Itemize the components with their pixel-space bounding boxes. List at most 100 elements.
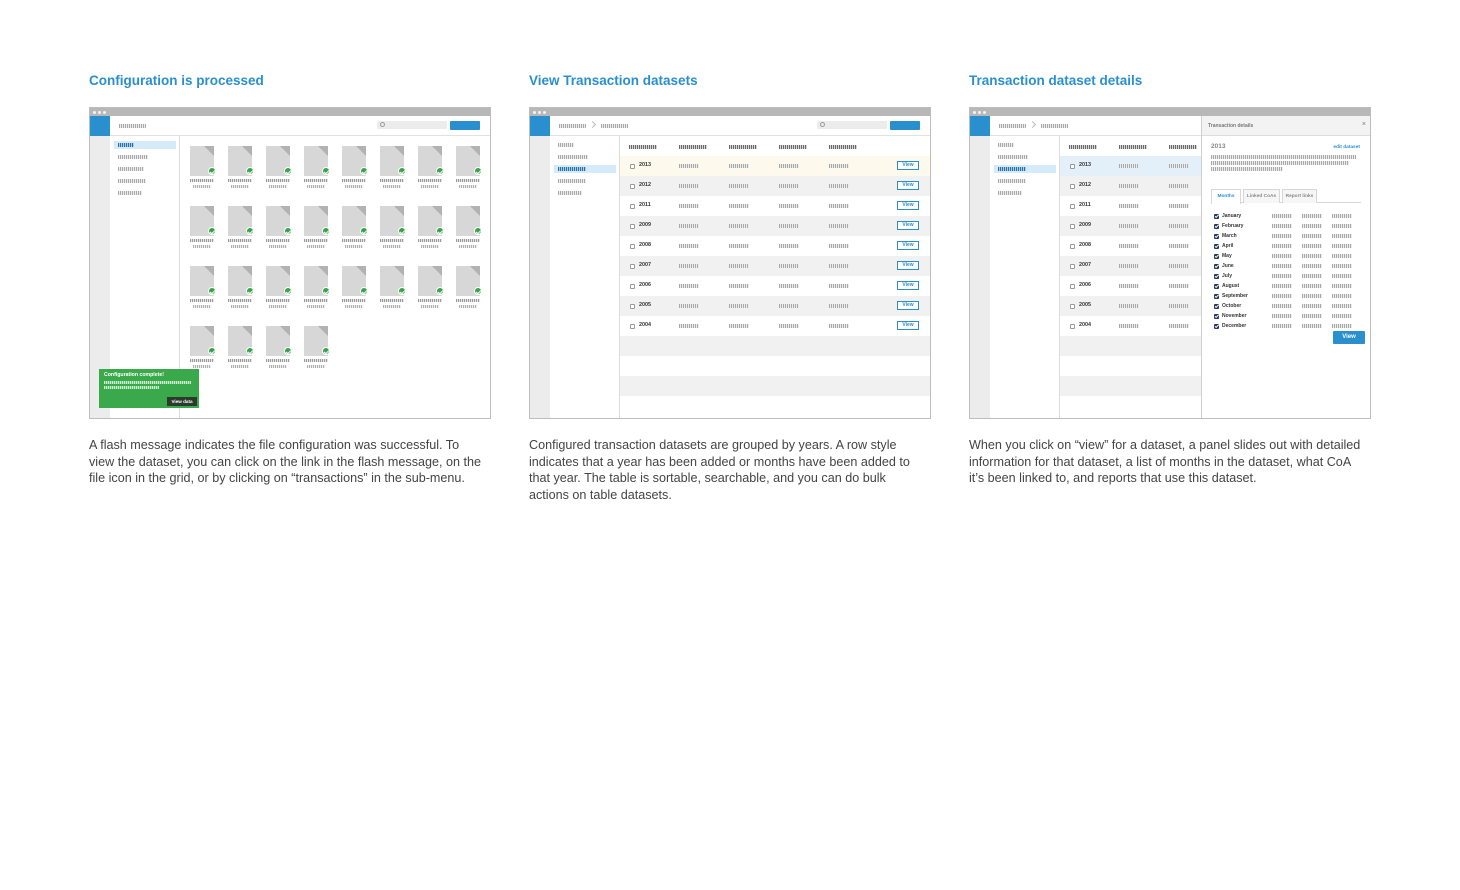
view-button[interactable]: View xyxy=(897,241,919,250)
checkbox-checked-icon[interactable] xyxy=(1214,254,1219,259)
file-item[interactable] xyxy=(190,266,216,310)
file-item[interactable] xyxy=(228,146,254,190)
checkbox-checked-icon[interactable] xyxy=(1214,294,1219,299)
tab-linked-coas[interactable]: Linked CoAs xyxy=(1243,189,1280,203)
row-checkbox[interactable] xyxy=(630,164,635,169)
row-checkbox[interactable] xyxy=(630,264,635,269)
column-header[interactable] xyxy=(629,145,657,149)
file-item[interactable] xyxy=(304,326,330,370)
row-checkbox[interactable] xyxy=(630,284,635,289)
sub-menu-item[interactable] xyxy=(998,155,1028,159)
sub-menu-item[interactable] xyxy=(118,155,148,159)
checkbox-checked-icon[interactable] xyxy=(1214,234,1219,239)
file-item[interactable] xyxy=(380,266,406,310)
file-item[interactable] xyxy=(266,206,292,250)
file-item[interactable] xyxy=(418,266,444,310)
checkbox-checked-icon[interactable] xyxy=(1214,214,1219,219)
primary-button[interactable] xyxy=(450,121,480,130)
file-item[interactable] xyxy=(266,326,292,370)
view-button[interactable]: View xyxy=(897,301,919,310)
checkbox-checked-icon[interactable] xyxy=(1214,274,1219,279)
table-row[interactable]: 2009 View xyxy=(620,216,930,236)
sub-menu-item[interactable] xyxy=(558,143,574,147)
sub-menu-item[interactable] xyxy=(558,179,586,183)
file-item[interactable] xyxy=(342,206,368,250)
row-checkbox[interactable] xyxy=(1070,184,1075,189)
file-item[interactable] xyxy=(380,146,406,190)
column-header[interactable] xyxy=(1119,145,1147,149)
file-item[interactable] xyxy=(304,146,330,190)
month-row[interactable]: June xyxy=(1214,263,1370,271)
file-item[interactable] xyxy=(228,266,254,310)
table-row[interactable]: 2013 View xyxy=(620,156,930,176)
view-button[interactable]: View xyxy=(1333,331,1365,344)
view-button[interactable]: View xyxy=(897,261,919,270)
row-checkbox[interactable] xyxy=(1070,244,1075,249)
column-header[interactable] xyxy=(679,145,707,149)
checkbox-checked-icon[interactable] xyxy=(1214,304,1219,309)
close-icon[interactable]: × xyxy=(1362,121,1366,128)
breadcrumb[interactable] xyxy=(119,124,146,128)
row-checkbox[interactable] xyxy=(1070,224,1075,229)
view-button[interactable]: View xyxy=(897,181,919,190)
file-item[interactable] xyxy=(342,266,368,310)
view-button[interactable]: View xyxy=(897,321,919,330)
sub-menu-item-transactions[interactable] xyxy=(998,167,1026,171)
table-row[interactable]: 2005 View xyxy=(620,296,930,316)
search-input[interactable] xyxy=(377,121,447,129)
search-input[interactable] xyxy=(817,121,887,129)
checkbox-checked-icon[interactable] xyxy=(1214,284,1219,289)
checkbox-checked-icon[interactable] xyxy=(1214,264,1219,269)
file-item[interactable] xyxy=(418,146,444,190)
file-item[interactable] xyxy=(456,206,482,250)
column-header[interactable] xyxy=(829,145,857,149)
sub-menu-item[interactable] xyxy=(118,167,144,171)
sub-menu-item[interactable] xyxy=(998,179,1026,183)
column-header[interactable] xyxy=(1169,145,1197,149)
sub-menu-item[interactable] xyxy=(998,191,1022,195)
view-button[interactable]: View xyxy=(897,221,919,230)
row-checkbox[interactable] xyxy=(1070,264,1075,269)
checkbox-checked-icon[interactable] xyxy=(1214,244,1219,249)
table-row[interactable]: 2011 View xyxy=(620,196,930,216)
month-row[interactable]: December xyxy=(1214,323,1370,331)
column-header[interactable] xyxy=(779,145,807,149)
breadcrumb-item[interactable] xyxy=(559,124,586,128)
checkbox-checked-icon[interactable] xyxy=(1214,324,1219,329)
file-item[interactable] xyxy=(304,266,330,310)
month-row[interactable]: January xyxy=(1214,213,1370,221)
view-button[interactable]: View xyxy=(897,201,919,210)
row-checkbox[interactable] xyxy=(630,304,635,309)
row-checkbox[interactable] xyxy=(1070,204,1075,209)
breadcrumb-item[interactable] xyxy=(999,124,1026,128)
month-row[interactable]: April xyxy=(1214,243,1370,251)
row-checkbox[interactable] xyxy=(1070,164,1075,169)
column-header[interactable] xyxy=(729,145,757,149)
row-checkbox[interactable] xyxy=(1070,324,1075,329)
breadcrumb-item[interactable] xyxy=(1041,124,1068,128)
month-row[interactable]: October xyxy=(1214,303,1370,311)
sub-menu-item-transactions[interactable] xyxy=(558,167,586,171)
table-row[interactable]: 2004 View xyxy=(620,316,930,336)
view-button[interactable]: View xyxy=(897,281,919,290)
table-row[interactable]: 2006 View xyxy=(620,276,930,296)
file-item[interactable] xyxy=(228,206,254,250)
month-row[interactable]: November xyxy=(1214,313,1370,321)
breadcrumb-item[interactable] xyxy=(601,124,628,128)
table-row[interactable]: 2008 View xyxy=(620,236,930,256)
tab-report-links[interactable]: Report links xyxy=(1282,189,1317,203)
view-button[interactable]: View xyxy=(897,161,919,170)
month-row[interactable]: August xyxy=(1214,283,1370,291)
primary-button[interactable] xyxy=(890,121,920,130)
checkbox-checked-icon[interactable] xyxy=(1214,314,1219,319)
sub-menu-item[interactable] xyxy=(558,191,582,195)
sub-menu-item[interactable] xyxy=(118,143,134,147)
file-item[interactable] xyxy=(228,326,254,370)
sub-menu-item[interactable] xyxy=(118,191,142,195)
column-header[interactable] xyxy=(1069,145,1097,149)
file-item[interactable] xyxy=(456,266,482,310)
month-row[interactable]: September xyxy=(1214,293,1370,301)
row-checkbox[interactable] xyxy=(630,184,635,189)
edit-dataset-link[interactable]: edit dataset xyxy=(1333,145,1360,150)
row-checkbox[interactable] xyxy=(1070,284,1075,289)
